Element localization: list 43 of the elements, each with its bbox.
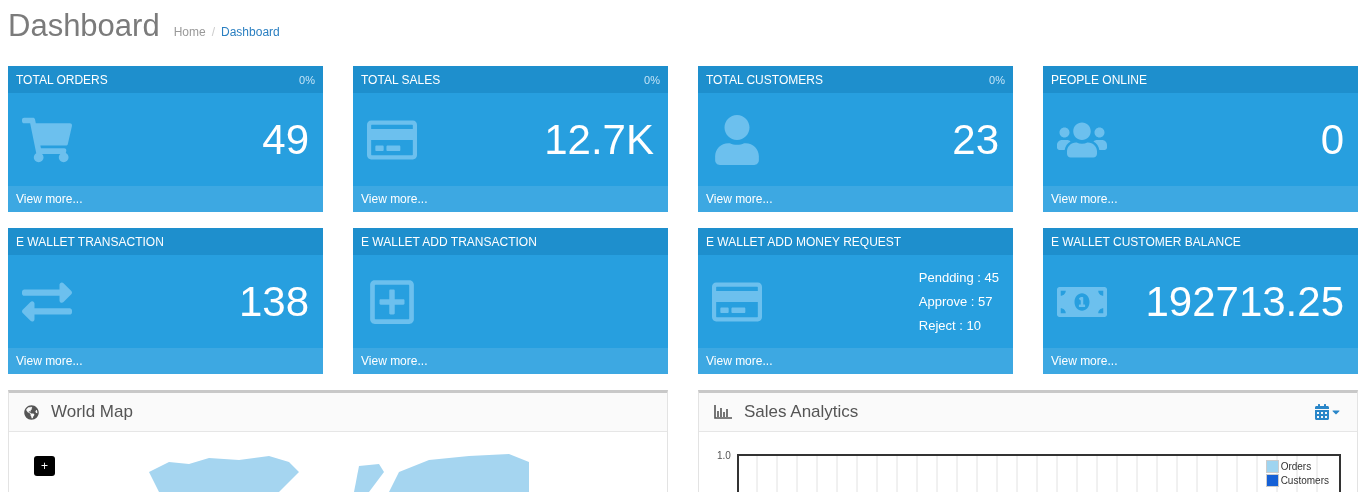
- axis-tick-label: 1.0: [717, 450, 731, 461]
- percent-change: 0%: [989, 73, 1005, 86]
- panel-title: World Map: [51, 402, 133, 422]
- breadcrumb-link[interactable]: Home: [173, 25, 206, 39]
- card-title: TOTAL CUSTOMERS: [706, 72, 823, 87]
- card-title: E WALLET CUSTOMER BALANCE: [1051, 234, 1241, 249]
- stat-value: 23: [952, 115, 999, 164]
- view-more-link[interactable]: View more...: [353, 348, 668, 374]
- view-more-link[interactable]: View more...: [8, 186, 323, 212]
- stat-value: 12.7K: [544, 115, 654, 164]
- percent-change: 0%: [644, 73, 660, 86]
- globe-icon: [24, 404, 39, 420]
- view-more-link[interactable]: View more...: [353, 186, 668, 212]
- user-icon: [712, 114, 762, 165]
- stat-line: Reject : 10: [918, 318, 982, 333]
- card-title: PEOPLE ONLINE: [1051, 72, 1148, 87]
- stat-line: Pendding : 45: [918, 270, 999, 285]
- stat-value: 138: [238, 277, 309, 326]
- card-title: TOTAL ORDERS: [16, 72, 108, 87]
- card-title: E WALLET TRANSACTION: [16, 234, 164, 249]
- stat-value: 0: [1320, 115, 1344, 164]
- percent-change: 0%: [299, 73, 315, 86]
- view-more-link[interactable]: View more...: [698, 348, 1013, 374]
- card-title: E WALLET ADD MONEY REQUEST: [706, 234, 902, 249]
- card-title: TOTAL SALES: [361, 72, 441, 87]
- stat-value: 192713.25: [1145, 277, 1344, 326]
- calendar-icon: [1314, 404, 1330, 420]
- view-more-link[interactable]: View more...: [8, 348, 323, 374]
- page-title: Dashboard: [8, 8, 160, 44]
- legend-label: Customers: [1280, 475, 1329, 486]
- panel-title: Sales Analytics: [744, 402, 859, 422]
- view-more-link[interactable]: View more...: [698, 186, 1013, 212]
- breadcrumb-separator: /: [211, 25, 215, 39]
- zoom-in-button[interactable]: +: [34, 456, 55, 476]
- legend-label: Orders: [1280, 461, 1312, 472]
- stat-line: Approve : 57: [918, 294, 994, 309]
- calendar-dropdown[interactable]: [1314, 404, 1342, 420]
- breadcrumb-link[interactable]: Dashboard: [221, 25, 280, 39]
- bar-chart-icon: [714, 405, 732, 419]
- stat-value: 49: [262, 115, 309, 164]
- view-more-link[interactable]: View more...: [1043, 186, 1358, 212]
- view-more-link[interactable]: View more...: [1043, 348, 1358, 374]
- card-title: E WALLET ADD TRANSACTION: [361, 234, 537, 249]
